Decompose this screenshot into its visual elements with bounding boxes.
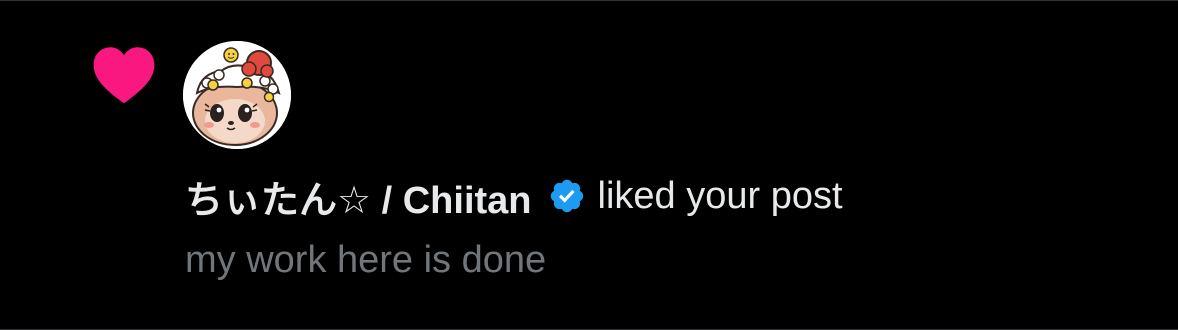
heart-icon [93, 47, 155, 104]
user-display-name[interactable]: ちぃたん☆ / Chiitan [185, 169, 532, 224]
action-text: liked your post [597, 174, 843, 217]
avatar-image [183, 41, 291, 149]
verified-badge-icon[interactable] [548, 177, 586, 215]
post-excerpt[interactable]: my work here is done [185, 239, 546, 282]
avatar[interactable] [183, 41, 291, 149]
like-notification[interactable]: ちぃたん☆ / Chiitan liked your post my work … [0, 0, 1178, 330]
notification-text: ちぃたん☆ / Chiitan liked your post [185, 169, 843, 224]
